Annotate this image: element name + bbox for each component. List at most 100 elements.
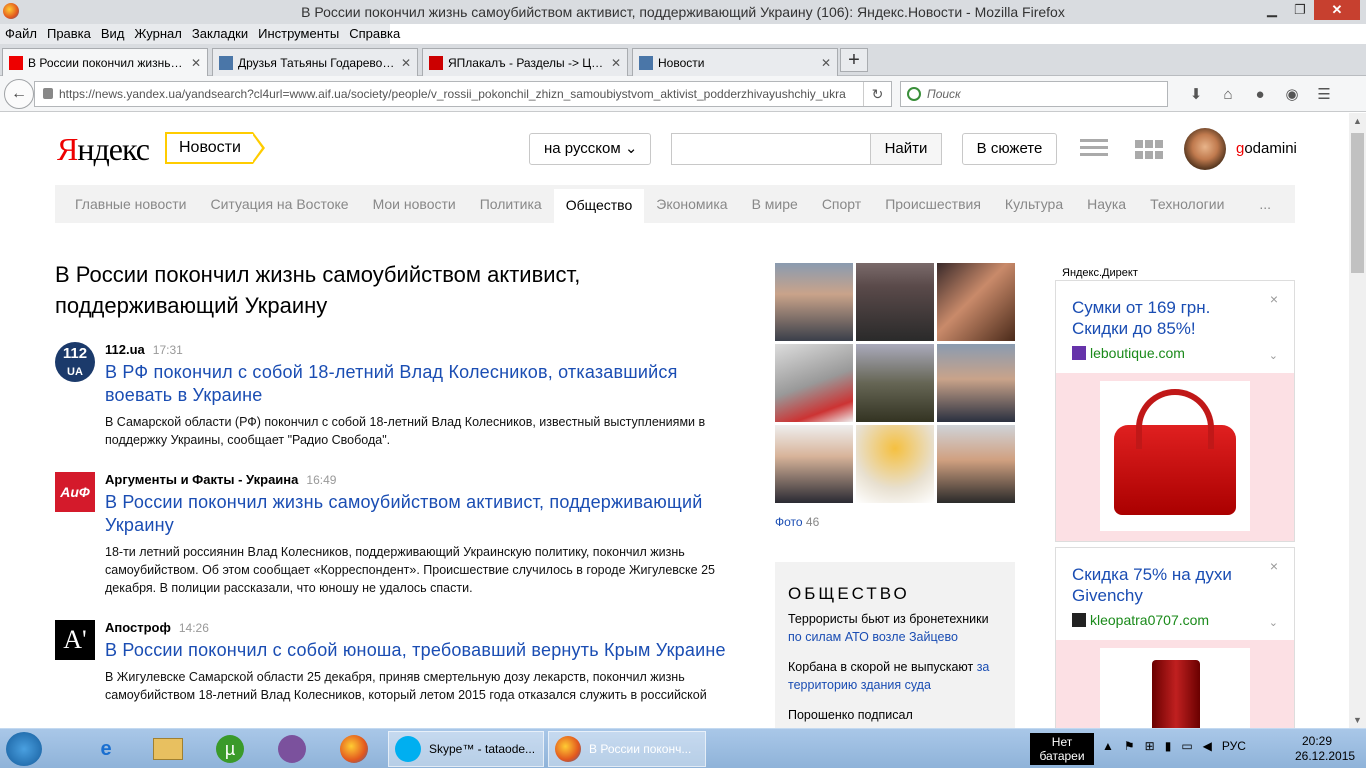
menu-history[interactable]: Журнал bbox=[134, 24, 181, 44]
menu-icon[interactable]: ☰ bbox=[1308, 84, 1340, 106]
source-name[interactable]: 112.ua 17:31 bbox=[105, 342, 735, 357]
windows-icon[interactable]: ⊞ bbox=[1145, 739, 1155, 753]
photo-thumbnail[interactable] bbox=[856, 263, 934, 341]
firefox-taskbar-icon[interactable] bbox=[326, 733, 382, 765]
category-world[interactable]: В мире bbox=[740, 185, 810, 223]
reload-icon[interactable]: ↻ bbox=[863, 82, 891, 106]
utorrent-icon[interactable]: µ bbox=[202, 733, 258, 765]
ad-site[interactable]: kleopatra0707.com bbox=[1072, 612, 1294, 628]
category-incidents[interactable]: Происшествия bbox=[873, 185, 993, 223]
tab-vk-friends[interactable]: Друзья Татьяны Годаревой | ... ✕ bbox=[212, 48, 418, 76]
category-tech[interactable]: Технологии bbox=[1138, 185, 1236, 223]
story-title-link[interactable]: В России покончил с собой юноша, требова… bbox=[105, 639, 735, 662]
menu-edit[interactable]: Правка bbox=[47, 24, 91, 44]
volume-icon[interactable]: ◀ bbox=[1203, 739, 1212, 753]
news-search-input[interactable] bbox=[671, 133, 871, 165]
menu-bookmarks[interactable]: Закладки bbox=[192, 24, 248, 44]
taskbar-skype[interactable]: Skype™ - tataode... bbox=[388, 731, 544, 767]
photo-thumbnail[interactable] bbox=[775, 425, 853, 503]
photo-thumbnail[interactable] bbox=[937, 263, 1015, 341]
close-button[interactable]: ✕ bbox=[1314, 0, 1360, 20]
back-button[interactable]: ← bbox=[4, 79, 34, 109]
category-culture[interactable]: Культура bbox=[993, 185, 1075, 223]
category-sport[interactable]: Спорт bbox=[810, 185, 873, 223]
addon-icon[interactable]: ◉ bbox=[1276, 84, 1308, 106]
ad-title[interactable]: Скидка 75% на духи Givenchy bbox=[1072, 564, 1252, 606]
source-logo-112ua[interactable]: 112 UA bbox=[55, 342, 95, 382]
category-main[interactable]: Главные новости bbox=[63, 185, 198, 223]
tab-vk-news[interactable]: Новости ✕ bbox=[632, 48, 838, 76]
start-button[interactable] bbox=[6, 732, 42, 766]
network-icon[interactable]: ▮ bbox=[1165, 739, 1172, 753]
category-science[interactable]: Наука bbox=[1075, 185, 1138, 223]
explorer-icon[interactable] bbox=[140, 733, 196, 765]
category-east[interactable]: Ситуация на Востоке bbox=[198, 185, 360, 223]
tab-yaplakal[interactable]: ЯПлакалъ - Разделы -> Цит... ✕ bbox=[422, 48, 628, 76]
url-bar[interactable]: https://news.yandex.ua/yandsearch?cl4url… bbox=[34, 81, 892, 107]
photo-thumbnail[interactable] bbox=[937, 425, 1015, 503]
in-story-button[interactable]: В сюжете bbox=[962, 133, 1057, 165]
category-my-news[interactable]: Мои новости bbox=[361, 185, 468, 223]
tab-yandex-news[interactable]: В России покончил жизнь с... ✕ bbox=[2, 48, 208, 77]
tray-arrow-icon[interactable]: ▲ bbox=[1102, 739, 1114, 753]
ad-title[interactable]: Сумки от 169 грн. Скидки до 85%! bbox=[1072, 297, 1252, 339]
society-title[interactable]: ОБЩЕСТВО bbox=[788, 584, 1002, 604]
menu-view[interactable]: Вид bbox=[101, 24, 125, 44]
viber-icon[interactable] bbox=[264, 733, 320, 765]
photo-thumbnail[interactable] bbox=[856, 425, 934, 503]
ad-site[interactable]: leboutique.com bbox=[1072, 345, 1294, 361]
source-logo-apostrof[interactable]: A' bbox=[55, 620, 95, 660]
browser-search-input[interactable]: Поиск bbox=[900, 81, 1168, 107]
find-button[interactable]: Найти bbox=[870, 133, 942, 165]
ad-image[interactable] bbox=[1056, 373, 1294, 541]
ad-image[interactable] bbox=[1056, 640, 1294, 728]
minimize-button[interactable]: ▁ bbox=[1258, 0, 1286, 20]
category-politics[interactable]: Политика bbox=[468, 185, 554, 223]
new-tab-button[interactable]: + bbox=[840, 48, 868, 72]
source-logo-aif[interactable]: АиФ bbox=[55, 472, 95, 512]
tab-close-icon[interactable]: ✕ bbox=[185, 56, 201, 70]
menu-file[interactable]: Файл bbox=[5, 24, 37, 44]
menu-help[interactable]: Справка bbox=[349, 24, 400, 44]
yandex-logo[interactable]: Яндекс bbox=[57, 131, 150, 168]
scroll-down-icon[interactable]: ▼ bbox=[1349, 712, 1366, 728]
download-icon[interactable]: ⬇ bbox=[1180, 84, 1212, 106]
source-name[interactable]: Аргументы и Факты - Украина 16:49 bbox=[105, 472, 735, 487]
story-title-link[interactable]: В РФ покончил с собой 18-летний Влад Кол… bbox=[105, 361, 735, 407]
photos-link[interactable]: Фото 46 bbox=[775, 515, 819, 529]
settings-sliders-icon[interactable] bbox=[1080, 139, 1108, 159]
taskbar-clock[interactable]: 20:29 26.12.2015 bbox=[1295, 734, 1355, 764]
category-more[interactable]: ... bbox=[1247, 185, 1283, 223]
photo-thumbnail[interactable] bbox=[856, 344, 934, 422]
yandex-direct-label[interactable]: Яндекс.Директ bbox=[1062, 267, 1138, 279]
close-icon[interactable]: × bbox=[1270, 291, 1278, 307]
restore-button[interactable]: ❐ bbox=[1286, 0, 1314, 20]
photo-thumbnail[interactable] bbox=[775, 344, 853, 422]
home-icon[interactable]: ⌂ bbox=[1212, 84, 1244, 106]
category-economy[interactable]: Экономика bbox=[644, 185, 739, 223]
search-engine-icon[interactable] bbox=[907, 87, 921, 101]
battery-status[interactable]: Нет батареи bbox=[1030, 733, 1094, 765]
news-service-label[interactable]: Новости bbox=[165, 132, 265, 164]
spellcheck-icon[interactable]: ● bbox=[1244, 84, 1276, 106]
scroll-up-icon[interactable]: ▲ bbox=[1349, 113, 1366, 129]
user-avatar[interactable] bbox=[1184, 128, 1226, 170]
page-scrollbar[interactable]: ▲ ▼ bbox=[1349, 113, 1366, 728]
close-icon[interactable]: × bbox=[1270, 558, 1278, 574]
username[interactable]: godamini bbox=[1236, 140, 1297, 157]
battery-icon[interactable]: ▭ bbox=[1181, 739, 1192, 753]
menu-tools[interactable]: Инструменты bbox=[258, 24, 339, 44]
tab-close-icon[interactable]: ✕ bbox=[815, 56, 831, 70]
society-link[interactable]: по силам АТО возле Зайцево bbox=[788, 630, 958, 644]
taskbar-firefox-window[interactable]: В России поконч... bbox=[548, 731, 706, 767]
story-title-link[interactable]: В России покончил жизнь самоубийством ак… bbox=[105, 491, 735, 537]
ad-block[interactable]: × Сумки от 169 грн. Скидки до 85%! lebou… bbox=[1055, 280, 1295, 542]
language-indicator[interactable]: РУС bbox=[1222, 739, 1246, 753]
tab-close-icon[interactable]: ✕ bbox=[605, 56, 621, 70]
source-name[interactable]: Апостроф 14:26 bbox=[105, 620, 735, 635]
chevron-down-icon[interactable]: ⌄ bbox=[1269, 349, 1278, 362]
tab-close-icon[interactable]: ✕ bbox=[395, 56, 411, 70]
ad-block[interactable]: × Скидка 75% на духи Givenchy kleopatra0… bbox=[1055, 547, 1295, 728]
photo-thumbnail[interactable] bbox=[775, 263, 853, 341]
language-select[interactable]: на русском ⌄ bbox=[529, 133, 651, 165]
